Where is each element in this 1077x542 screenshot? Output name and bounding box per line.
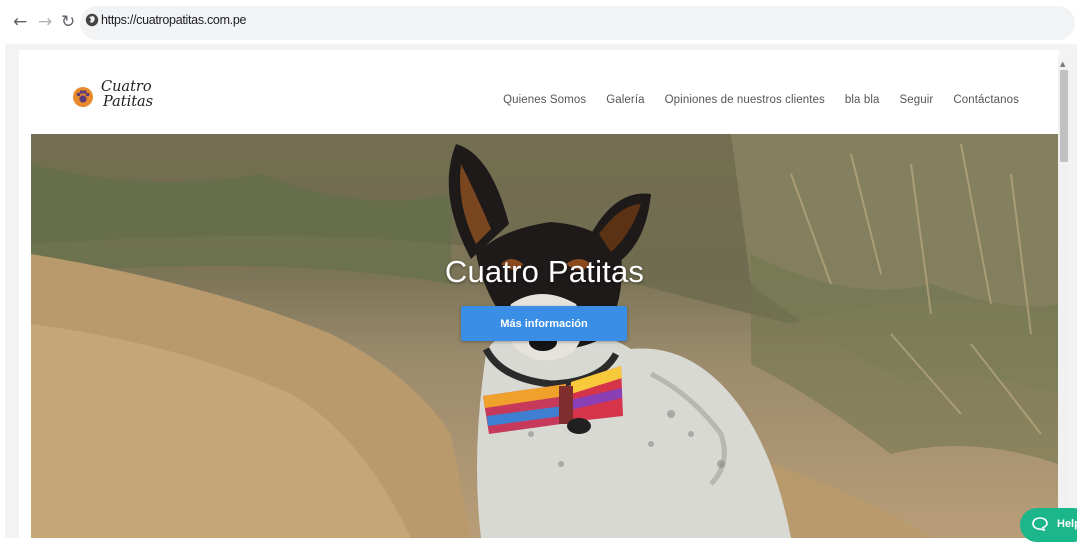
site-logo[interactable]: Cuatro Patitas (72, 80, 162, 120)
globe-icon (85, 13, 99, 27)
scroll-up-arrow-icon[interactable]: ▲ (1060, 60, 1065, 68)
scrollbar-thumb[interactable] (1060, 70, 1068, 162)
nav-quienes-somos[interactable]: Quienes Somos (503, 94, 586, 110)
url-text[interactable]: https://cuatropatitas.com.pe (101, 13, 246, 27)
more-info-button[interactable]: Más información (461, 306, 627, 341)
main-navigation: Quienes Somos Galería Opiniones de nuest… (503, 94, 1019, 110)
help-label: Help (1057, 518, 1077, 530)
logo-line-2: Patitas (103, 94, 154, 110)
chat-bubble-icon (1032, 517, 1048, 531)
arrow-left-icon[interactable]: ← (13, 12, 27, 32)
hero-title: Cuatro Patitas (444, 254, 645, 289)
paw-icon (73, 87, 93, 107)
help-chat-button[interactable]: Help (1020, 508, 1077, 542)
logo-line-1: Cuatro (101, 79, 152, 95)
nav-seguir[interactable]: Seguir (899, 94, 933, 110)
nav-contactanos[interactable]: Contáctanos (953, 94, 1019, 110)
page-scrollbar[interactable]: ▲ (1058, 58, 1070, 538)
logo-text: Cuatro Patitas (101, 80, 171, 110)
nav-galeria[interactable]: Galería (606, 94, 644, 110)
nav-opiniones[interactable]: Opiniones de nuestros clientes (665, 94, 825, 110)
nav-bla-bla[interactable]: bla bla (845, 94, 880, 110)
browser-toolbar: ← → ↻ https://cuatropatitas.com.pe (0, 0, 1077, 44)
arrow-right-icon[interactable]: → (38, 12, 52, 32)
hero-section: Cuatro Patitas Más información (31, 134, 1058, 538)
reload-icon[interactable]: ↻ (61, 12, 75, 32)
